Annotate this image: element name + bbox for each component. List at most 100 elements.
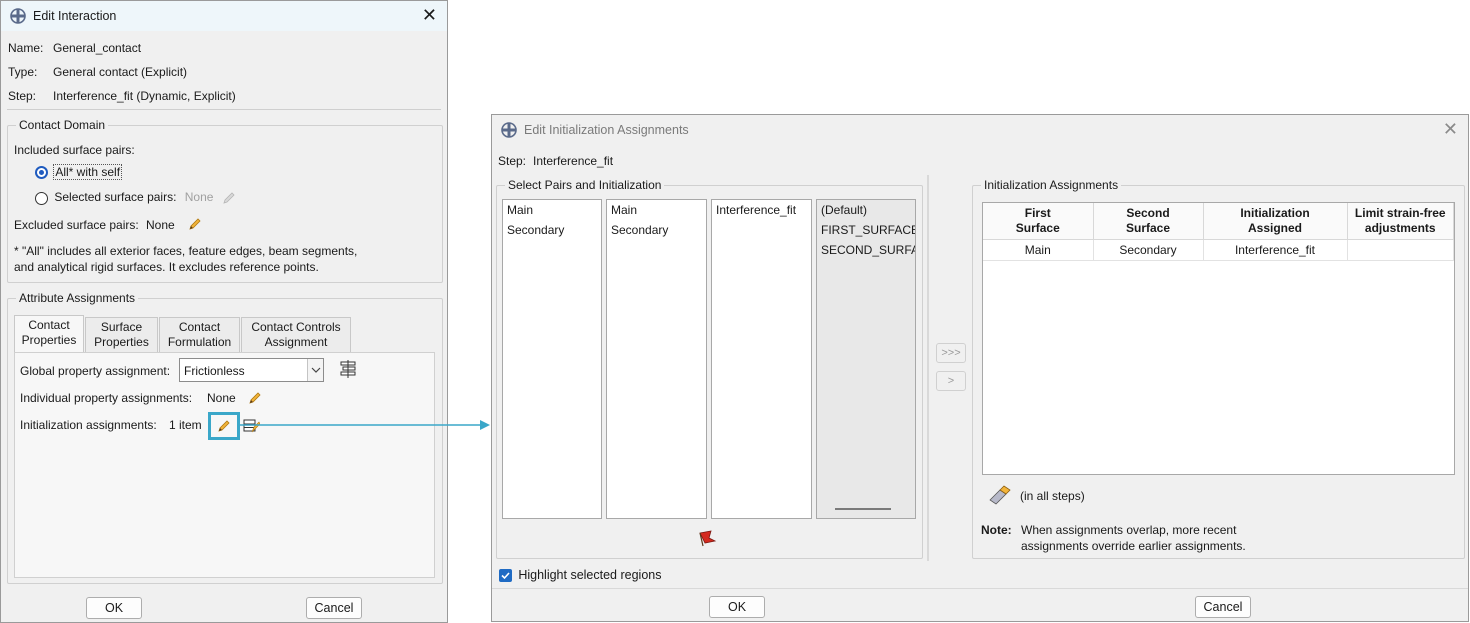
check-icon: [501, 572, 510, 580]
pencil-icon[interactable]: [216, 418, 232, 434]
splitter[interactable]: [927, 175, 929, 561]
radio-button-selected[interactable]: [35, 166, 48, 180]
list-item[interactable]: SECOND_SURFACE: [817, 240, 915, 260]
bottom-separator: [492, 588, 1468, 589]
adjustment-list[interactable]: (Default) FIRST_SURFACE SECOND_SURFACE: [816, 199, 916, 519]
cancel-button[interactable]: Cancel: [306, 597, 362, 619]
list-item[interactable]: Interference_fit: [712, 200, 811, 220]
cancel-button[interactable]: Cancel: [1195, 596, 1251, 618]
add-all-button[interactable]: >>>: [936, 343, 966, 363]
column-header[interactable]: First Surface: [983, 203, 1094, 240]
title-bar[interactable]: Edit Interaction ✕: [1, 1, 447, 31]
table-row[interactable]: Main Secondary Interference_fit: [983, 239, 1454, 261]
radio-all-label: All* with self: [53, 164, 123, 180]
ok-button[interactable]: OK: [86, 597, 142, 619]
radio-all-with-self[interactable]: All* with self: [35, 164, 123, 180]
list-item[interactable]: (Default): [817, 200, 915, 220]
checkbox[interactable]: [499, 569, 512, 583]
name-value: General_contact: [53, 41, 142, 55]
tab-contact-controls[interactable]: Contact Controls Assignment: [241, 317, 351, 353]
tab-panel: [14, 352, 435, 578]
tab-label: Contact: [178, 320, 221, 334]
tab-label: Contact: [28, 318, 70, 332]
title-bar[interactable]: Edit Initialization Assignments ✕: [492, 115, 1468, 145]
tab-label: Contact Controls: [251, 320, 341, 334]
eraser-icon[interactable]: [987, 485, 1011, 505]
close-icon[interactable]: ✕: [422, 6, 437, 24]
pencil-icon[interactable]: [247, 390, 263, 406]
init-edit-highlight[interactable]: [208, 412, 240, 440]
global-property-label: Global property assignment:: [20, 364, 171, 378]
edit-interaction-dialog: Edit Interaction ✕ Name: General_contact…: [0, 0, 448, 623]
initialization-label: Initialization assignments:: [20, 418, 157, 432]
first-surface-list[interactable]: Main Secondary: [502, 199, 602, 519]
table-cell[interactable]: Main: [983, 239, 1094, 261]
edit-initialization-dialog: Edit Initialization Assignments ✕ Step: …: [491, 114, 1469, 622]
select-pairs-title: Select Pairs and Initialization: [505, 178, 665, 192]
type-label: Type:: [8, 65, 38, 79]
type-value: General contact (Explicit): [53, 65, 188, 79]
attribute-assignments-title: Attribute Assignments: [16, 291, 139, 305]
column-header[interactable]: Second Surface: [1093, 203, 1204, 240]
dialog-title: Edit Initialization Assignments: [524, 123, 689, 137]
footnote-line-1: * "All" includes all exterior faces, fea…: [14, 244, 358, 258]
step-value: Interference_fit (Dynamic, Explicit): [53, 89, 236, 103]
note-line-2: assignments override earlier assignments…: [1021, 539, 1246, 553]
included-surface-label: Included surface pairs:: [14, 143, 135, 157]
column-header[interactable]: Initialization Assigned: [1203, 203, 1348, 240]
global-property-select[interactable]: Frictionless: [179, 358, 324, 382]
step-label: Step:: [498, 154, 527, 168]
assignments-table[interactable]: First Surface Second Surface Initializatio…: [982, 202, 1455, 475]
list-item[interactable]: Secondary: [503, 220, 601, 240]
excluded-surface-value: None: [146, 218, 175, 232]
table-cell[interactable]: [1347, 239, 1454, 261]
tab-contact-properties[interactable]: Contact Properties: [14, 315, 84, 353]
property-manager-icon[interactable]: [339, 360, 357, 378]
callout-arrow: [238, 420, 490, 430]
second-surface-list[interactable]: Main Secondary: [606, 199, 707, 519]
global-property-value: Frictionless: [184, 364, 245, 378]
initialization-assignments-title: Initialization Assignments: [981, 178, 1122, 192]
radio-selected-pairs[interactable]: Selected surface pairs: None: [35, 190, 237, 206]
highlight-regions-label: Highlight selected regions: [518, 568, 662, 582]
pencil-icon[interactable]: [187, 216, 203, 232]
table-cell[interactable]: Interference_fit: [1203, 239, 1348, 261]
contact-domain-title: Contact Domain: [16, 118, 109, 132]
column-header[interactable]: Limit strain-free adjustments: [1347, 203, 1454, 240]
add-button[interactable]: >: [936, 371, 966, 391]
highlight-regions-checkbox[interactable]: Highlight selected regions: [499, 568, 662, 583]
table-cell[interactable]: Secondary: [1093, 239, 1204, 261]
pencil-icon: [223, 192, 235, 204]
tab-label: Surface: [100, 320, 143, 334]
tab-contact-formulation[interactable]: Contact Formulation: [159, 317, 240, 353]
dialog-title: Edit Interaction: [33, 9, 117, 23]
selected-pairs-value: None: [184, 190, 214, 205]
step-value: Interference_fit: [533, 154, 614, 168]
list-item[interactable]: Main: [607, 200, 706, 220]
close-icon[interactable]: ✕: [1443, 120, 1458, 138]
tab-label: Properties: [94, 335, 149, 349]
initialization-list[interactable]: Interference_fit: [711, 199, 812, 519]
chevron-down-icon: [311, 367, 321, 373]
tab-surface-properties[interactable]: Surface Properties: [85, 317, 158, 353]
flag-icon[interactable]: [697, 529, 719, 547]
step-label: Step:: [8, 89, 37, 103]
name-label: Name:: [8, 41, 44, 55]
assignments-grid: First Surface Second Surface Initializatio…: [983, 203, 1454, 261]
note-line-1: When assignments overlap, more recent: [1021, 523, 1237, 537]
initialization-value: 1 item: [169, 418, 202, 432]
excluded-surface-label: Excluded surface pairs:: [14, 218, 139, 232]
footnote-line-2: and analytical rigid surfaces. It exclud…: [14, 260, 319, 274]
individual-property-label: Individual property assignments:: [20, 391, 193, 405]
dropdown-button[interactable]: [307, 359, 323, 381]
radio-button[interactable]: [35, 191, 48, 205]
list-item[interactable]: Main: [503, 200, 601, 220]
list-item[interactable]: FIRST_SURFACE: [817, 220, 915, 240]
app-icon: [10, 8, 26, 24]
table-header-row: First Surface Second Surface Initializatio…: [983, 203, 1454, 240]
horizontal-scrollbar[interactable]: [835, 508, 891, 510]
ok-button[interactable]: OK: [709, 596, 765, 618]
list-item[interactable]: Secondary: [607, 220, 706, 240]
individual-property-value: None: [207, 391, 236, 405]
tab-label: Formulation: [167, 335, 232, 349]
